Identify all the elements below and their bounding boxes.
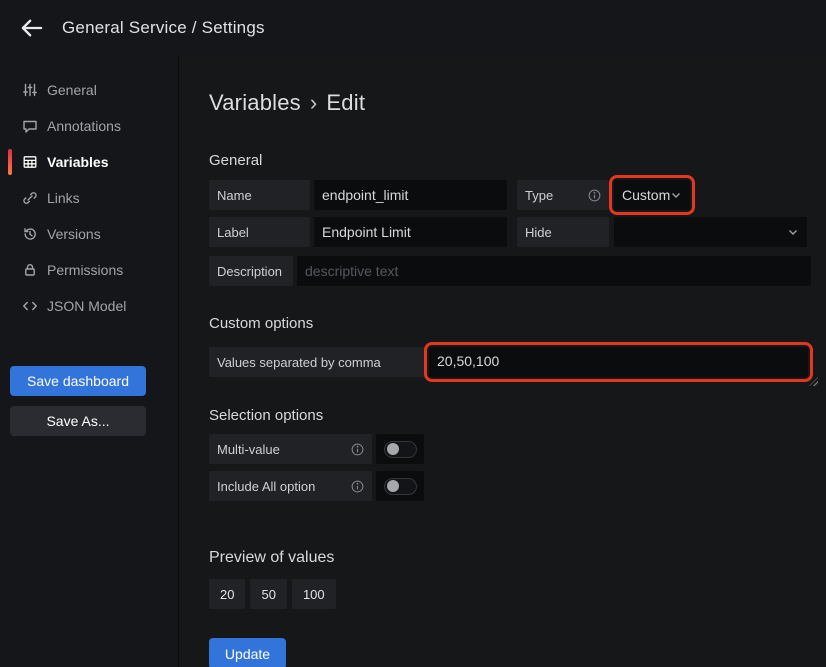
label-input[interactable]	[314, 217, 507, 247]
link-icon	[22, 190, 38, 206]
sidebar-item-general[interactable]: General	[0, 72, 178, 108]
sidebar-item-permissions[interactable]: Permissions	[0, 252, 178, 288]
sidebar-item-label: Variables	[47, 154, 109, 170]
type-select-value: Custom	[622, 187, 670, 203]
description-input[interactable]	[297, 256, 811, 286]
save-dashboard-button[interactable]: Save dashboard	[10, 366, 146, 396]
info-icon[interactable]	[588, 189, 601, 202]
sidebar-item-json-model[interactable]: JSON Model	[0, 288, 178, 324]
include-all-label: Include All option	[209, 471, 372, 501]
multi-value-toggle[interactable]	[376, 434, 424, 464]
sidebar-item-annotations[interactable]: Annotations	[0, 108, 178, 144]
info-icon[interactable]	[351, 443, 364, 456]
selection-options-heading: Selection options	[209, 407, 811, 424]
table-icon	[22, 154, 38, 170]
include-all-row: Include All option	[209, 471, 811, 501]
comment-icon	[22, 118, 38, 134]
sliders-icon	[22, 82, 38, 98]
name-type-row: Name Type	[209, 180, 811, 210]
history-icon	[22, 226, 38, 242]
include-all-toggle[interactable]	[376, 471, 424, 501]
name-label: Name	[209, 180, 310, 210]
sidebar-item-variables[interactable]: Variables	[0, 144, 178, 180]
type-select[interactable]: Custom	[614, 180, 690, 210]
save-as-button[interactable]: Save As...	[10, 406, 146, 436]
dashboard-settings-page: General Service / Settings General	[0, 0, 826, 667]
arrow-left-icon	[20, 18, 44, 38]
preview-values: 20 50 100	[209, 579, 811, 609]
update-button[interactable]: Update	[209, 638, 286, 667]
values-row: Values separated by comma 20,50,100	[209, 347, 811, 377]
sidebar-item-label: Permissions	[47, 262, 123, 278]
breadcrumb-separator: ›	[310, 90, 318, 115]
sidebar-item-label: JSON Model	[47, 298, 126, 314]
custom-options-heading: Custom options	[209, 315, 811, 332]
type-select-highlight: Custom	[609, 175, 695, 215]
description-row: Description	[209, 256, 811, 286]
name-input[interactable]	[314, 180, 507, 210]
breadcrumb-section: Variables	[209, 90, 301, 115]
breadcrumb: Variables › Edit	[209, 90, 812, 116]
lock-icon	[22, 262, 38, 278]
sidebar-item-label: Annotations	[47, 118, 121, 134]
textarea-resize-handle[interactable]	[809, 377, 818, 386]
sidebar-item-label: General	[47, 82, 97, 98]
variable-editor: Variables › Edit General Name Type	[179, 56, 826, 667]
back-button[interactable]	[16, 12, 48, 44]
preview-heading: Preview of values	[209, 549, 811, 567]
info-icon[interactable]	[351, 480, 364, 493]
preview-value-chip: 20	[209, 579, 245, 609]
multi-value-row: Multi-value	[209, 434, 811, 464]
top-header: General Service / Settings	[0, 0, 826, 56]
breadcrumb-page: Edit	[326, 90, 365, 115]
sidebar-item-versions[interactable]: Versions	[0, 216, 178, 252]
general-section-heading: General	[209, 152, 811, 169]
preview-value-chip: 100	[292, 579, 336, 609]
values-textarea[interactable]: 20,50,100	[429, 347, 808, 377]
page-title: General Service / Settings	[62, 18, 265, 38]
sidebar-item-links[interactable]: Links	[0, 180, 178, 216]
sidebar-item-label: Links	[47, 190, 80, 206]
chevron-down-icon	[670, 189, 682, 201]
label-hide-row: Label Hide	[209, 217, 811, 247]
label-label: Label	[209, 217, 310, 247]
type-label: Type	[517, 180, 609, 210]
multi-value-label: Multi-value	[209, 434, 372, 464]
values-label: Values separated by comma	[209, 347, 425, 377]
description-label: Description	[209, 256, 293, 286]
hide-select[interactable]	[614, 217, 807, 247]
sidebar-item-label: Versions	[47, 226, 101, 242]
chevron-down-icon	[787, 226, 799, 238]
code-icon	[22, 298, 38, 314]
settings-sidebar: General Annotations Variables	[0, 56, 179, 667]
preview-value-chip: 50	[250, 579, 286, 609]
hide-label: Hide	[517, 217, 609, 247]
values-input-highlight: 20,50,100	[424, 342, 813, 382]
